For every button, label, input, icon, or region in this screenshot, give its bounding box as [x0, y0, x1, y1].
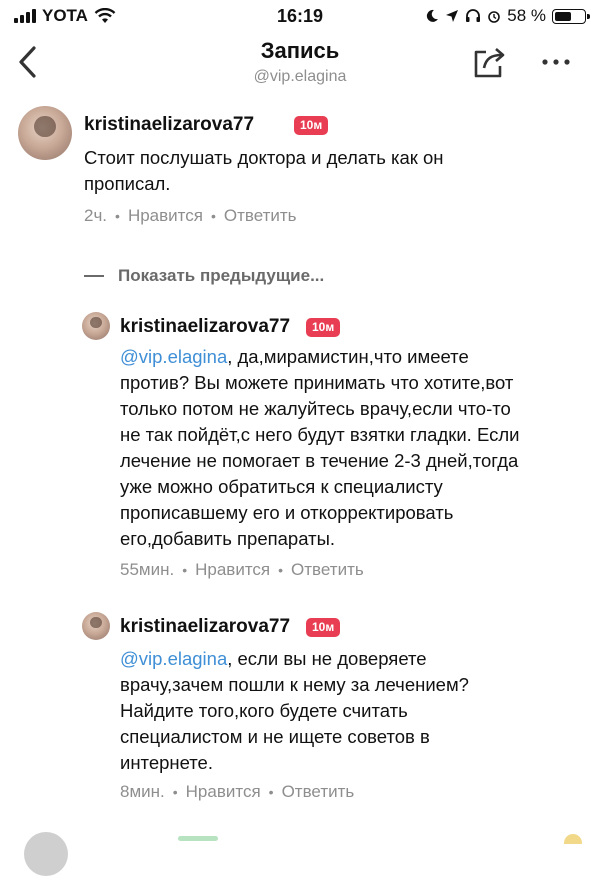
separator-dot: •	[278, 562, 284, 578]
avatar[interactable]	[82, 312, 110, 340]
mention-link[interactable]: @vip.elagina	[120, 346, 227, 367]
comment-time: 8мин.	[120, 782, 165, 801]
separator-dot: •	[210, 208, 216, 224]
comment-time: 2ч.	[84, 206, 108, 225]
comment-text-line: уже можно обратиться к специалисту	[120, 476, 443, 497]
comment-meta: 55мин. • Нравится • Ответить	[120, 560, 364, 580]
battery-percent: 58 %	[507, 6, 546, 25]
partial-content	[178, 836, 218, 841]
page-subtitle[interactable]: @vip.elagina	[0, 68, 600, 86]
comment-text-line: врачу,зачем пошли к нему за лечением?	[120, 674, 469, 695]
status-bar: YOTA 16:19 58 %	[0, 0, 600, 32]
comment-text-line: против? Вы можете принимать что хотите,в…	[120, 372, 514, 393]
avatar[interactable]	[24, 832, 68, 876]
page-title: Запись	[260, 38, 340, 63]
comment-text-line: Стоит послушать доктора и делать как он	[84, 147, 444, 168]
comment-time: 55мин.	[120, 560, 175, 579]
reply-button[interactable]: Ответить	[282, 782, 355, 802]
comment-text-line: не так пойдёт,с него будут взятки гладки…	[120, 424, 520, 445]
separator-dot: •	[172, 784, 178, 800]
dash-icon	[84, 275, 104, 277]
separator-dot: •	[268, 784, 274, 800]
alarm-icon	[488, 11, 501, 23]
comment-meta: 8мин. • Нравится • Ответить	[120, 782, 354, 802]
status-icons: 58 %	[425, 6, 590, 26]
comment-text-line: специалистом и не ищете советов в	[120, 726, 430, 747]
like-button[interactable]: Нравится	[128, 206, 203, 226]
separator-dot: •	[115, 208, 120, 224]
separator-dot: •	[182, 562, 188, 578]
battery-fill	[555, 11, 571, 21]
nav-bar: Запись @vip.elagina	[0, 32, 600, 92]
reply-button[interactable]: Ответить	[224, 206, 297, 226]
comment-text-line: прописавшему его и откорректировать	[120, 502, 454, 523]
status-badge: 10м	[306, 318, 341, 337]
comment-text: Стоит послушать доктора и делать как он …	[84, 145, 444, 197]
show-previous-button[interactable]: Показать предыдущие...	[84, 266, 324, 286]
mention-link[interactable]: @vip.elagina	[120, 648, 227, 669]
comment-text-line: прописал.	[84, 173, 171, 194]
comment-username[interactable]: kristinaelizarova77	[120, 316, 290, 338]
moon-icon	[427, 9, 439, 22]
comment-text-line: Найдите того,кого будете считать	[120, 700, 408, 721]
comment-meta: 2ч. • Нравится • Ответить	[84, 206, 297, 226]
share-icon[interactable]	[472, 44, 508, 80]
comment-text-line: , да,мирамистин,что имеете	[227, 346, 469, 367]
comment-text-line: его,добавить препараты.	[120, 528, 335, 549]
comment-username[interactable]: kristinaelizarova77	[84, 114, 254, 136]
comment-text-line: интернете.	[120, 752, 213, 773]
comment-text-line: лечение не помогает в течение 2-3 дней,т…	[120, 450, 519, 471]
comment-text: @vip.elagina, если вы не доверяете врачу…	[120, 646, 469, 776]
reply-button[interactable]: Ответить	[291, 560, 364, 580]
comment-text-line: , если вы не доверяете	[227, 648, 427, 669]
avatar[interactable]	[18, 106, 72, 160]
partial-emoji-icon	[564, 834, 582, 844]
show-previous-label: Показать предыдущие...	[118, 266, 325, 285]
comment-text: @vip.elagina, да,мирамистин,что имеете п…	[120, 344, 519, 552]
more-dots-icon[interactable]	[538, 50, 574, 74]
status-badge: 10м	[294, 116, 329, 135]
avatar[interactable]	[82, 612, 110, 640]
status-badge: 10м	[306, 618, 341, 637]
battery-icon	[552, 8, 590, 24]
comment-username[interactable]: kristinaelizarova77	[120, 616, 290, 638]
headphones-icon	[466, 9, 481, 22]
like-button[interactable]: Нравится	[186, 782, 261, 802]
comment-text-line: только потом не жалуйтесь врачу,если что…	[120, 398, 511, 419]
like-button[interactable]: Нравится	[195, 560, 270, 580]
location-icon	[446, 10, 459, 22]
